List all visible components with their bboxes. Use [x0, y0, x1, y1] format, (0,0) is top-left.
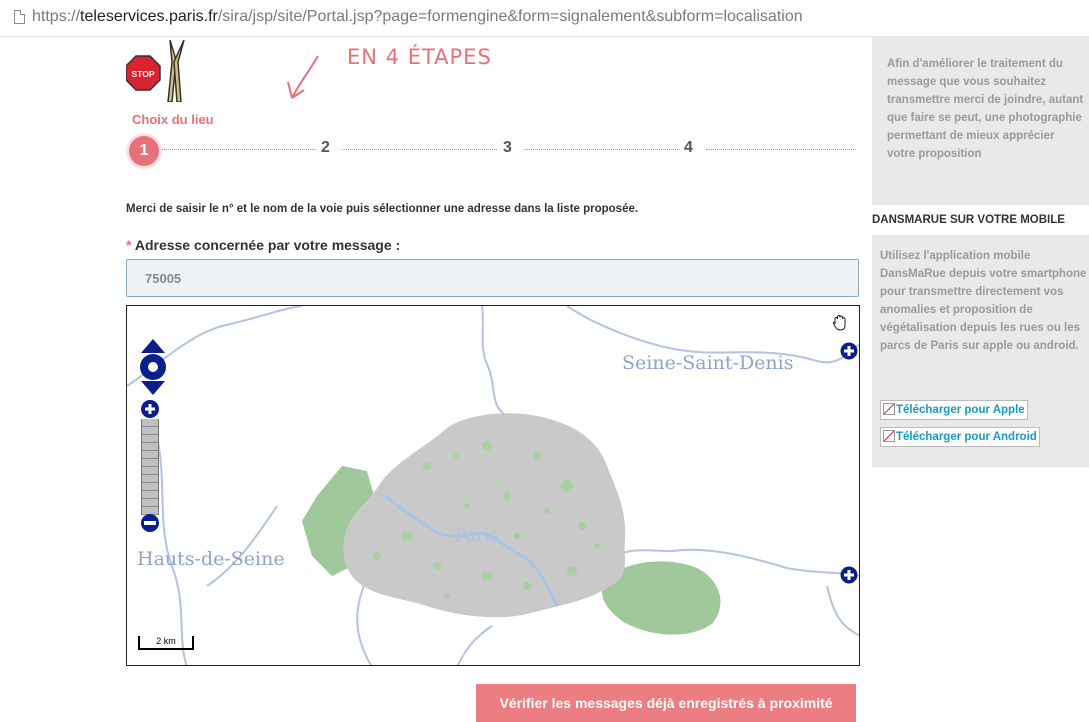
map-label-paris: Paris — [455, 526, 499, 546]
pan-control-icon[interactable] — [137, 339, 169, 395]
step-1-active: 1 — [129, 136, 159, 166]
zoom-out-icon[interactable] — [140, 513, 160, 533]
broken-image-icon — [883, 403, 895, 415]
step-connector — [706, 149, 856, 150]
map-scale: 2 km — [138, 636, 194, 650]
verify-nearby-messages-button[interactable]: Vérifier les messages déjà enregistrés à… — [476, 684, 856, 722]
download-android-link[interactable]: Télécharger pour Android — [880, 427, 1040, 447]
steps-note: EN 4 ÉTAPES — [347, 45, 492, 69]
broken-image-icon — [883, 430, 895, 442]
map-label-seine-saint-denis: Seine-Saint-Denis — [622, 352, 794, 374]
step-connector — [160, 149, 315, 150]
logo-text: STOP — [132, 69, 155, 79]
zoom-slider[interactable] — [141, 419, 159, 515]
url-text[interactable]: https://teleservices.paris.fr/sira/jsp/s… — [32, 8, 803, 26]
step-2: 2 — [321, 139, 330, 156]
map-label-hauts-de-seine: Hauts-de-Seine — [137, 548, 285, 570]
mobile-section-text: Utilisez l'application mobile DansMaRue … — [880, 250, 1087, 352]
step-connector — [525, 149, 680, 150]
address-label: * Adresse concernée par votre message : — [126, 237, 401, 253]
layer-switcher-icon[interactable] — [840, 566, 858, 584]
address-input[interactable] — [126, 259, 859, 297]
hand-drawn-arrow-icon — [287, 55, 319, 99]
layer-switcher-icon[interactable] — [840, 342, 858, 360]
step-3: 3 — [503, 139, 512, 156]
sidebar: Afin d'améliorer le traitement du messag… — [872, 37, 1089, 467]
page-icon — [14, 10, 25, 24]
hand-pan-icon[interactable] — [830, 313, 850, 333]
step-connector — [342, 149, 497, 150]
location-map[interactable]: Seine-Saint-Denis Hauts-de-Seine Paris 2… — [126, 305, 860, 666]
instruction-text: Merci de saisir le n° et le nom de la vo… — [126, 203, 639, 215]
active-step-label: Choix du lieu — [132, 112, 214, 127]
mobile-section-title: DANSMARUE SUR VOTRE MOBILE — [872, 205, 1089, 235]
step-4: 4 — [684, 139, 693, 156]
required-mark: * — [126, 237, 132, 253]
address-bar[interactable]: https://teleservices.paris.fr/sira/jsp/s… — [0, 0, 1089, 37]
photo-info-text: Afin d'améliorer le traitement du messag… — [887, 58, 1084, 160]
zoom-in-icon[interactable] — [140, 399, 160, 419]
download-apple-link[interactable]: Télécharger pour Apple — [880, 400, 1028, 420]
stop-logo: STOP — [125, 39, 186, 103]
